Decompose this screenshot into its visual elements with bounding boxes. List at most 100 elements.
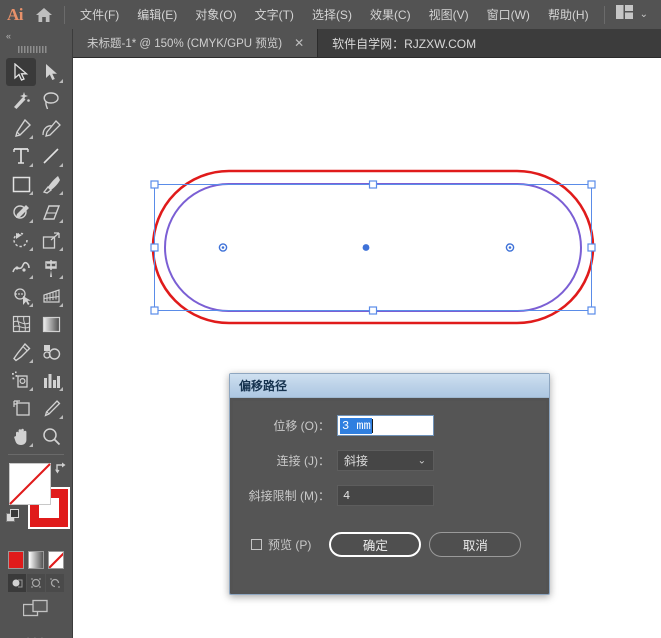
shaper-tool[interactable]	[6, 198, 36, 226]
home-icon[interactable]	[30, 0, 58, 29]
tool-flyout-indicator	[29, 191, 33, 195]
tool-flyout-indicator	[29, 247, 33, 251]
type-tool[interactable]	[6, 142, 36, 170]
draw-normal-button[interactable]	[8, 574, 26, 592]
menu-bar: Ai 文件(F) 编辑(E) 对象(O) 文字(T) 选择(S) 效果(C) 视…	[0, 0, 661, 29]
tool-flyout-indicator	[29, 135, 33, 139]
paintbrush-tool[interactable]	[36, 170, 66, 198]
none-swatch-button[interactable]	[48, 551, 64, 569]
menu-effect[interactable]: 效果(C)	[361, 2, 420, 27]
tool-flyout-indicator	[59, 387, 63, 391]
zoom-tool[interactable]	[36, 422, 66, 450]
dialog-titlebar[interactable]: 偏移路径	[230, 374, 549, 398]
menu-object[interactable]: 对象(O)	[186, 2, 245, 27]
magic-wand-tool[interactable]	[6, 86, 36, 114]
direct-selection-tool[interactable]	[36, 58, 66, 86]
dialog-title: 偏移路径	[239, 379, 288, 393]
eraser-tool[interactable]	[36, 198, 66, 226]
menu-edit[interactable]: 编辑(E)	[128, 2, 186, 27]
scale-tool[interactable]	[36, 226, 66, 254]
join-select[interactable]: 斜接 ⌄	[337, 450, 434, 471]
slice-tool[interactable]	[36, 394, 66, 422]
tool-flyout-indicator	[29, 387, 33, 391]
color-swatch-button[interactable]	[8, 551, 24, 569]
miter-limit-field[interactable]: 4	[337, 485, 434, 506]
menu-view[interactable]: 视图(V)	[420, 2, 478, 27]
document-tab-label: 未标题-1* @ 150% (CMYK/GPU 预览)	[87, 38, 283, 50]
gradient-tool[interactable]	[36, 310, 66, 338]
screen-mode-button[interactable]	[0, 592, 72, 626]
miter-limit-value: 4	[343, 488, 351, 503]
draw-inside-button[interactable]	[46, 574, 64, 592]
illustrator-window: Ai 文件(F) 编辑(E) 对象(O) 文字(T) 选择(S) 效果(C) 视…	[0, 0, 661, 638]
draw-mode-row	[0, 569, 72, 592]
column-graph-tool[interactable]	[36, 366, 66, 394]
center-points	[218, 243, 515, 252]
none-slash-icon	[9, 463, 51, 505]
line-segment-tool[interactable]	[36, 142, 66, 170]
lasso-tool[interactable]	[36, 86, 66, 114]
rectangle-tool[interactable]	[6, 170, 36, 198]
inner-original-path	[164, 183, 582, 312]
offset-field[interactable]: 3 mm	[337, 415, 434, 436]
workspace-layout-icon	[615, 5, 633, 24]
offset-path-dialog: 偏移路径 位移 (O)： 3 mm 连接 (J)： 斜接 ⌄ 斜接限制 (M)：	[229, 373, 550, 595]
draw-behind-button[interactable]	[27, 574, 45, 592]
cancel-button[interactable]: 取消	[429, 532, 522, 557]
blend-tool[interactable]	[36, 338, 66, 366]
tool-flyout-indicator	[29, 359, 33, 363]
toolbar-divider	[8, 454, 64, 455]
swap-fill-stroke-icon[interactable]	[54, 461, 68, 475]
fill-stroke-controls	[0, 459, 72, 549]
pen-tool[interactable]	[6, 114, 36, 142]
default-fill-stroke-icon[interactable]	[6, 509, 20, 523]
selection-tool[interactable]	[6, 58, 36, 86]
preview-label: 预览 (P)	[268, 538, 312, 552]
fill-swatch[interactable]	[9, 463, 51, 505]
symbol-sprayer-tool[interactable]	[6, 366, 36, 394]
ok-button[interactable]: 确定	[329, 532, 422, 557]
illustrator-logo-text: Ai	[6, 4, 24, 24]
tool-flyout-indicator	[29, 219, 33, 223]
free-transform-tool[interactable]	[36, 254, 66, 282]
menu-select[interactable]: 选择(S)	[303, 2, 361, 27]
menu-help[interactable]: 帮助(H)	[539, 2, 598, 27]
curvature-tool[interactable]	[36, 114, 66, 142]
selection-handles	[150, 180, 596, 315]
miter-limit-label: 斜接限制 (M)：	[248, 489, 330, 503]
menubar-divider	[64, 5, 65, 24]
menu-window[interactable]: 窗口(W)	[478, 2, 539, 27]
artboard-tool[interactable]	[6, 394, 36, 422]
drag-grip-icon[interactable]	[0, 43, 72, 56]
workspace-switcher[interactable]: ⌄	[611, 2, 653, 27]
perspective-grid-tool[interactable]	[36, 282, 66, 310]
document-tab[interactable]: 未标题-1* @ 150% (CMYK/GPU 预览) ✕	[73, 29, 319, 57]
gradient-swatch-button[interactable]	[28, 551, 44, 569]
menubar-divider-2	[603, 5, 605, 24]
close-icon[interactable]: ✕	[291, 35, 307, 51]
menu-item-list: 文件(F) 编辑(E) 对象(O) 文字(T) 选择(S) 效果(C) 视图(V…	[71, 2, 598, 27]
hand-tool[interactable]	[6, 422, 36, 450]
tool-grid	[0, 56, 72, 450]
dialog-button-row: 预览 (P) 确定 取消	[233, 532, 546, 557]
menu-file[interactable]: 文件(F)	[71, 2, 128, 27]
collapse-panel-icon[interactable]: «	[0, 29, 72, 43]
mesh-tool[interactable]	[6, 310, 36, 338]
preview-checkbox[interactable]: 预览 (P)	[251, 536, 311, 553]
width-tool[interactable]	[6, 254, 36, 282]
tool-flyout-indicator	[59, 415, 63, 419]
site-watermark-label: 软件自学网：RJZXW.COM	[332, 36, 477, 51]
chevron-down-icon: ⌄	[639, 9, 648, 20]
eyedropper-tool[interactable]	[6, 338, 36, 366]
text-caret	[371, 418, 373, 433]
offset-label: 位移 (O)：	[273, 419, 330, 433]
menu-type[interactable]: 文字(T)	[246, 2, 303, 27]
tool-flyout-indicator	[29, 443, 33, 447]
tool-flyout-indicator	[29, 275, 33, 279]
shape-builder-tool[interactable]	[6, 282, 36, 310]
paint-mode-row	[0, 549, 72, 569]
tool-flyout-indicator	[59, 275, 63, 279]
rotate-tool[interactable]	[6, 226, 36, 254]
tool-flyout-indicator	[29, 303, 33, 307]
more-tools-button[interactable]: •••	[0, 626, 72, 638]
